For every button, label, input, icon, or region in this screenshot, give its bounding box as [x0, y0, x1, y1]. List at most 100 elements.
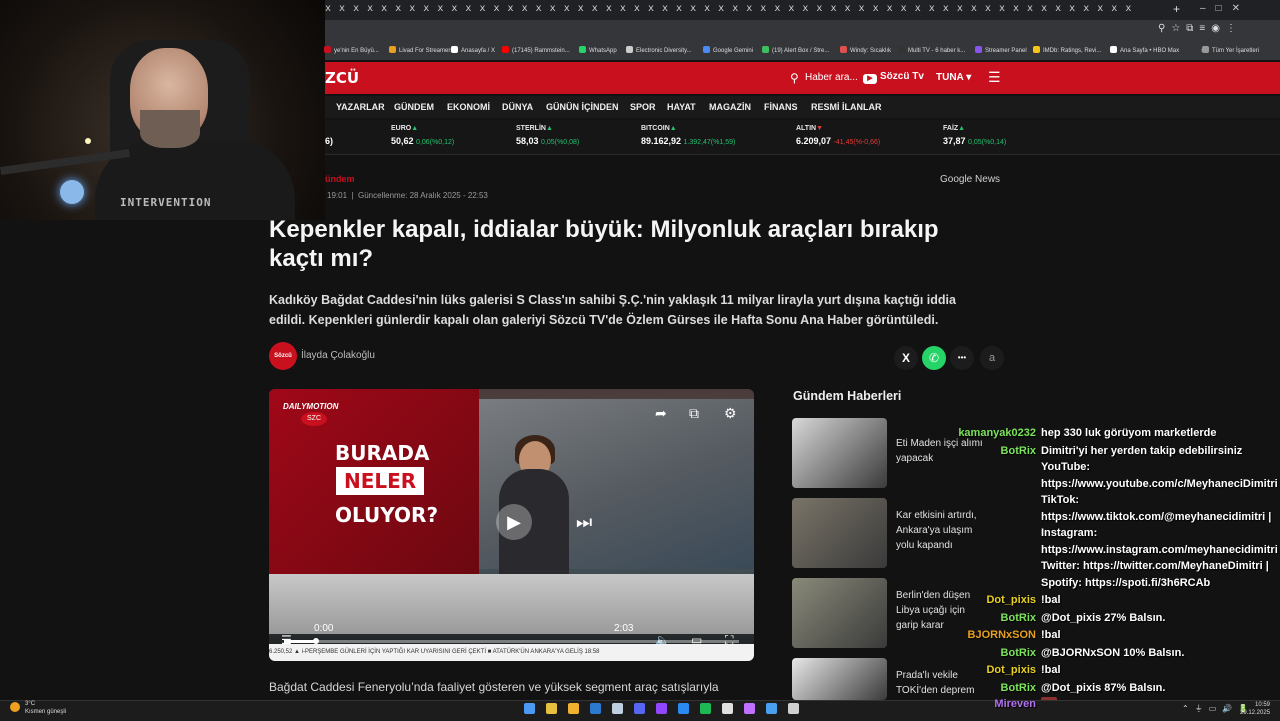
taskbar-app-icon[interactable] [678, 703, 689, 714]
bookmark-item[interactable]: Multi TV - 6 haber k... [898, 46, 965, 54]
new-tab-button[interactable]: + [1173, 2, 1180, 16]
x-share-icon[interactable]: X [894, 346, 918, 370]
bookmark-item[interactable]: Ana Sayfa • HBO Max [1110, 46, 1179, 54]
ticker-label: EURO [391, 125, 412, 132]
nav-item[interactable]: FİNANS [764, 102, 798, 112]
author-avatar[interactable]: Sözcü [269, 342, 297, 370]
bookmark-item[interactable]: Anasayfa / X [451, 46, 495, 54]
toolbar-icons[interactable]: ⚲☆⧉≡◉⋮ [1158, 23, 1242, 34]
bookmark-item[interactable]: Electronic Diversity... [626, 46, 692, 54]
news-card-image[interactable] [792, 418, 887, 488]
news-card-image[interactable] [792, 578, 887, 648]
video-progress-bar[interactable] [284, 640, 739, 643]
taskbar-app-icon[interactable] [744, 703, 755, 714]
taskbar-app-icon[interactable] [634, 703, 645, 714]
nav-item[interactable]: GÜNÜN İÇİNDEN [546, 102, 619, 112]
bookmark-label: Livad For Streamers [399, 48, 454, 54]
news-card-image[interactable] [792, 498, 887, 568]
taskbar-app-icon[interactable] [612, 703, 623, 714]
bookmark-item[interactable]: WhatsApp [579, 46, 617, 54]
nav-item[interactable]: MAGAZİN [709, 102, 751, 112]
more-share-icon[interactable]: ••• [950, 346, 974, 370]
chat-username[interactable]: BotRix [916, 682, 1036, 694]
article-title: Kepenkler kapalı, iddialar büyük: Milyon… [269, 216, 939, 272]
author-name[interactable]: İlayda Çolakoğlu [301, 350, 375, 361]
chat-username[interactable]: kamanyak0232 [916, 427, 1036, 439]
ticker-name[interactable]: EURO▲ [391, 125, 418, 132]
bookmark-item[interactable]: Livad For Streamers [389, 46, 453, 54]
google-news-link[interactable]: Google News [940, 174, 1000, 185]
chat-message: https://www.youtube.com/c/MeyhaneciDimit… [1041, 478, 1280, 490]
chat-username[interactable]: Dot_pixis [916, 594, 1036, 606]
bookmark-item[interactable]: (17145) Rammstein... [502, 46, 570, 54]
bookmark-item[interactable]: IMDb: Ratings, Revi... [1033, 46, 1101, 54]
bookmark-item[interactable]: Windy: Sıcaklık [840, 46, 891, 54]
font-size-icon[interactable]: a [980, 346, 1004, 370]
taskbar-app-icon[interactable] [524, 703, 535, 714]
video-headline-2: NELER [336, 467, 425, 495]
play-icon[interactable]: ▶ [496, 504, 532, 540]
taskbar-app-icon[interactable] [590, 703, 601, 714]
browser-tabs[interactable]: x x x x x x x x x x x x x x x x x x x x … [325, 3, 1132, 14]
ticker-price: 6.209,07 [796, 136, 832, 146]
chat-username[interactable]: BJORNxSON [916, 629, 1036, 641]
window-controls[interactable]: –□✕ [1200, 3, 1250, 14]
taskbar-app-icon[interactable] [722, 703, 733, 714]
ticker-name[interactable]: FAİZ▲ [943, 125, 965, 132]
taskbar-app-icon[interactable] [546, 703, 557, 714]
chat-username[interactable]: BotRix [916, 445, 1036, 457]
gear-icon[interactable]: ⚙ [724, 405, 737, 422]
article-lead: Kadıköy Bağdat Caddesi'nin lüks galerisi… [269, 293, 956, 327]
bookmark-item[interactable]: (19) Alert Box / Stre... [762, 46, 829, 54]
chat-message: @BJORNxSON 10% Balsın. [1041, 647, 1185, 659]
share-icon[interactable]: ➦ [655, 405, 667, 422]
search-icon[interactable]: ⚲ [790, 71, 799, 85]
clock[interactable]: 10:59 29.12.2025 [1240, 701, 1270, 717]
search-input[interactable]: Haber ara... [805, 72, 858, 83]
nav-item[interactable]: YAZARLAR [336, 102, 385, 112]
chat-username[interactable]: BotRix [916, 612, 1036, 624]
ticker-name[interactable]: BITCOIN▲ [641, 125, 677, 132]
taskbar-app-icon[interactable] [766, 703, 777, 714]
news-card-title[interactable]: Kar etkisini artırdı, Ankara'ya ulaşım y… [896, 508, 986, 553]
chat-username[interactable]: Mireven [916, 698, 1036, 710]
nav-item[interactable]: EKONOMİ [447, 102, 490, 112]
nav-item[interactable]: RESMİ İLANLAR [811, 102, 882, 112]
ticker-name[interactable]: ALTIN▼ [796, 125, 823, 132]
nav-item[interactable]: DÜNYA [502, 102, 533, 112]
ticker-name[interactable]: STERLİN▲ [516, 125, 553, 132]
taskbar-app-icon[interactable] [700, 703, 711, 714]
taskbar-app-icon[interactable] [568, 703, 579, 714]
weather-temp[interactable]: 3°C [25, 701, 35, 707]
published-time: 19:01 [327, 191, 348, 200]
weather-desc[interactable]: Kısmen güneşli [25, 709, 66, 715]
nav-item[interactable]: HAYAT [667, 102, 696, 112]
pip-icon[interactable]: ⧉ [689, 405, 699, 422]
bookmark-item[interactable]: Google Gemini [703, 46, 753, 54]
video-progress-fill [284, 640, 314, 643]
nav-item[interactable]: SPOR [630, 102, 656, 112]
sozcu-tv-label: Sözcü Tv [880, 71, 924, 82]
bookmark-item[interactable]: ye'nin En Büyü... [324, 46, 379, 54]
play-icon: ▶ [863, 74, 877, 84]
taskbar-app-icon[interactable] [656, 703, 667, 714]
whatsapp-share-icon[interactable]: ✆ [922, 346, 946, 370]
user-menu[interactable]: TUNA ▾ [936, 72, 971, 83]
sozcu-tv-link[interactable]: ▶ Sözcü Tv [863, 71, 924, 84]
chat-username[interactable]: BotRix [916, 647, 1036, 659]
taskbar-app-icon[interactable] [788, 703, 799, 714]
chat-username[interactable]: Dot_pixis [916, 664, 1036, 676]
next-icon[interactable]: ⏭ [576, 512, 592, 533]
bookmark-item[interactable]: Tüm Yer İşaretleri [1202, 46, 1259, 54]
menu-icon[interactable]: ☰ [988, 69, 1001, 86]
bookmark-label: ye'nin En Büyü... [334, 48, 379, 54]
ticker-change: 0,06(%0,12) [416, 139, 455, 146]
video-player[interactable]: DAILYMOTION SZC BURADA NELER OLUYOR? ▶ ⏭… [269, 389, 754, 661]
weather-icon[interactable] [10, 702, 20, 712]
nav-item[interactable]: GÜNDEM [394, 102, 434, 112]
bookmark-item[interactable]: Streamer Panel [975, 46, 1027, 54]
site-logo[interactable]: ZCÜ [325, 69, 359, 87]
bookmark-icon [324, 46, 331, 53]
news-card-image[interactable] [792, 658, 887, 700]
article-category[interactable]: ündem [325, 174, 355, 184]
